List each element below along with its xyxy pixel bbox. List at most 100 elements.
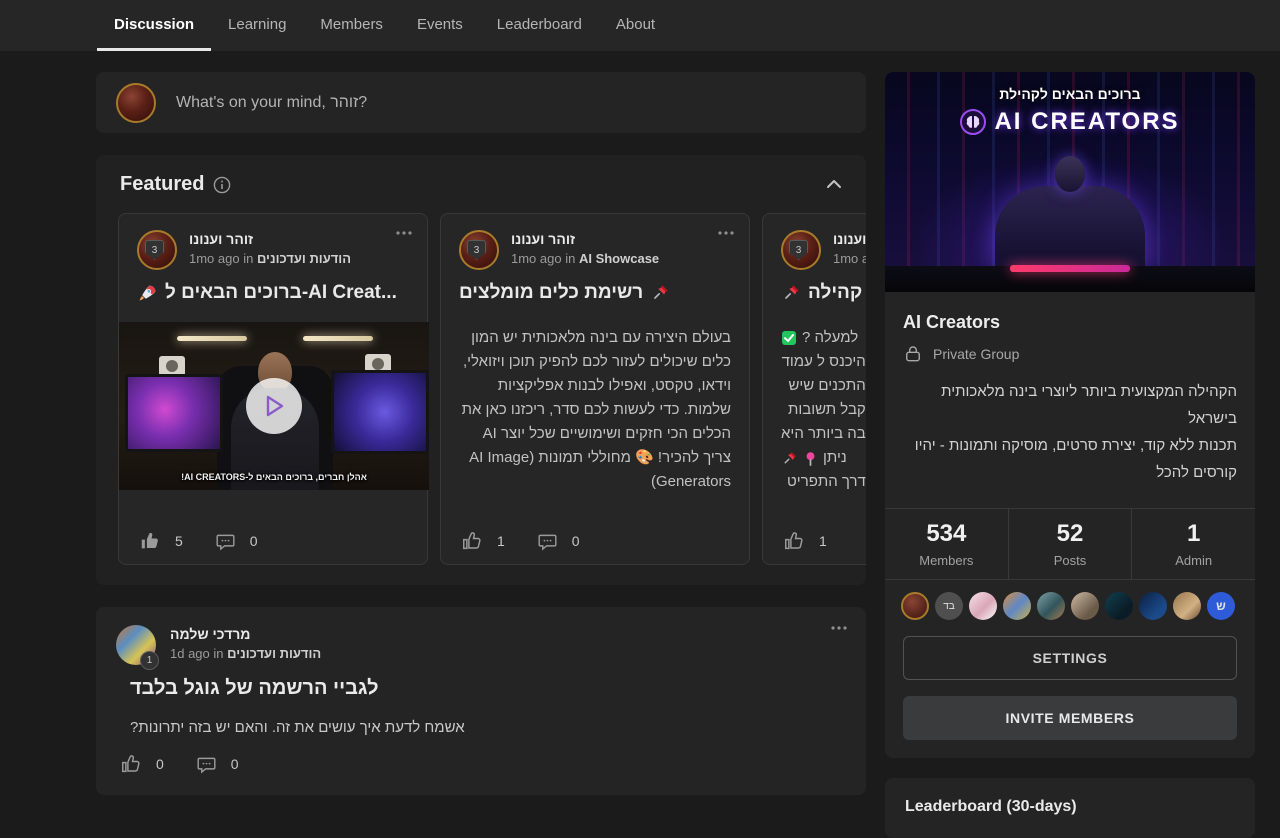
settings-button[interactable]: SETTINGS [903,636,1237,680]
top-nav: Discussion Learning Members Events Leade… [0,0,1280,51]
member-avatar[interactable] [901,592,929,620]
stat-admins[interactable]: 1 Admin [1132,509,1255,579]
feed-post[interactable]: 1 מרדכי שלמה 1d ago in הודעות ועדכונים ל… [96,607,866,795]
featured-card-tools[interactable]: 3 זוהר וענונו 1mo ago in AI Showcase רשי… [440,213,750,565]
speaker [159,356,185,376]
author-name[interactable]: מרדכי שלמה [170,626,250,642]
info-icon[interactable] [213,176,231,194]
body-line: בה ביותר היא [781,422,866,446]
body-line: קבל תשובות [781,398,866,422]
tab-about[interactable]: About [599,0,672,51]
post-time: 1d ago in [170,646,224,661]
lock-icon [903,344,923,364]
stat-label: Members [919,553,973,568]
member-avatar[interactable] [1139,592,1167,620]
post-body: אשמח לדעת איך עושים את זה. והאם יש בזה י… [130,719,465,736]
author-level-badge: 1 [140,651,159,670]
stat-label: Posts [1054,553,1087,568]
like-button[interactable] [461,530,483,552]
stat-members[interactable]: 534 Members [885,509,1009,579]
like-count: 5 [175,533,183,549]
comment-button[interactable] [196,754,217,775]
more-icon[interactable] [830,625,848,631]
like-button[interactable] [783,530,805,552]
stat-posts[interactable]: 52 Posts [1009,509,1133,579]
check-icon [781,330,797,346]
group-description: הקהילה המקצועית ביותר ליוצרי בינה מלאכות… [903,378,1237,486]
member-avatar[interactable] [1105,592,1133,620]
banner-group-name: AI CREATORS [885,108,1255,136]
author-name[interactable]: זוהר וענונו [833,231,866,247]
stat-value: 52 [1057,520,1084,548]
post-title[interactable]: ברוכים הבאים ל-AI Creat... [137,282,409,304]
comment-button[interactable] [537,531,558,552]
group-name: AI Creators [903,312,1000,333]
post-category[interactable]: הודעות ועדכונים [227,646,321,661]
post-title[interactable]: לגביי הרשמה של גוגל בלבד [130,677,379,700]
author-name[interactable]: זוהר וענונו [189,231,253,247]
rocket-icon [137,283,158,304]
like-count: 0 [156,756,164,772]
post-actions: 0 0 [120,753,257,775]
post-title[interactable]: קהילה [781,282,866,304]
pushpin-icon [650,283,670,303]
current-user-avatar[interactable] [116,83,156,123]
comment-button[interactable] [215,531,236,552]
play-icon[interactable] [246,378,302,434]
like-count: 1 [819,533,827,549]
pushpin-icon [781,450,798,467]
divider [885,579,1255,580]
featured-title: Featured [120,173,204,196]
tab-members[interactable]: Members [303,0,400,51]
invite-members-button[interactable]: INVITE MEMBERS [903,696,1237,740]
more-icon[interactable] [395,230,413,236]
body-line: ניתן [781,446,866,470]
more-icon[interactable] [717,230,735,236]
post-title-text: ברוכים הבאים ל-AI Creat... [165,282,397,304]
comment-count: 0 [231,756,239,772]
body-line: היכנס ל עמוד [781,350,866,374]
member-avatar[interactable] [1173,592,1201,620]
tab-learning[interactable]: Learning [211,0,303,51]
stat-value: 1 [1187,520,1200,548]
member-avatar[interactable] [1037,592,1065,620]
composer-prompt[interactable]: What's on your mind, זוהר? [176,94,367,112]
member-avatar[interactable] [1003,592,1031,620]
member-avatar[interactable] [1071,592,1099,620]
tab-events[interactable]: Events [400,0,480,51]
like-button[interactable] [120,753,142,775]
post-category[interactable]: הודעות ועדכונים [257,251,351,266]
post-meta: 1mo ago in הודעות ועדכונים [189,251,351,266]
post-title[interactable]: רשימת כלים מומלצים [459,282,731,304]
post-composer[interactable]: What's on your mind, זוהר? [96,72,866,133]
like-count: 1 [497,533,505,549]
leaderboard-card: Leaderboard (30-days) [885,778,1255,838]
round-pin-icon [803,451,818,466]
member-avatar[interactable]: ש [1207,592,1235,620]
brain-icon [960,109,986,135]
tab-leaderboard[interactable]: Leaderboard [480,0,599,51]
group-privacy: Private Group [903,344,1019,364]
tab-discussion[interactable]: Discussion [97,0,211,51]
post-body: למעלה ? היכנס ל עמוד התכנים שיש קבל תשוב… [781,326,866,494]
stat-label: Admin [1175,553,1212,568]
post-body: בעולם היצירה עם בינה מלאכותית יש המון כל… [459,326,731,494]
post-time: 1mo ago in [511,251,575,266]
collapse-chevron-up-icon[interactable] [826,179,842,189]
featured-card-welcome[interactable]: 3 זוהר וענונו 1mo ago in הודעות ועדכונים… [118,213,428,565]
video-thumbnail[interactable]: אהלן חברים, ברוכים הבאים ל-AI CREATORS! [119,322,429,490]
stat-value: 534 [926,520,966,548]
left-monitor [125,374,223,452]
member-avatar-row: בד ש [901,592,1235,620]
pushpin-icon [781,283,801,303]
featured-card-community[interactable]: 3 זוהר וענונו 1mo ago in קהילה למעלה ? ה… [762,213,866,565]
post-time: 1mo ago in [189,251,253,266]
post-meta: 1mo ago in AI Showcase [511,251,659,266]
like-button[interactable] [139,530,161,552]
author-name[interactable]: זוהר וענונו [511,231,575,247]
member-avatar[interactable] [969,592,997,620]
video-caption: אהלן חברים, ברוכים הבאים ל-AI CREATORS! [119,472,429,482]
banner-figure-head [1055,156,1085,192]
post-category[interactable]: AI Showcase [579,251,659,266]
member-avatar[interactable]: בד [935,592,963,620]
